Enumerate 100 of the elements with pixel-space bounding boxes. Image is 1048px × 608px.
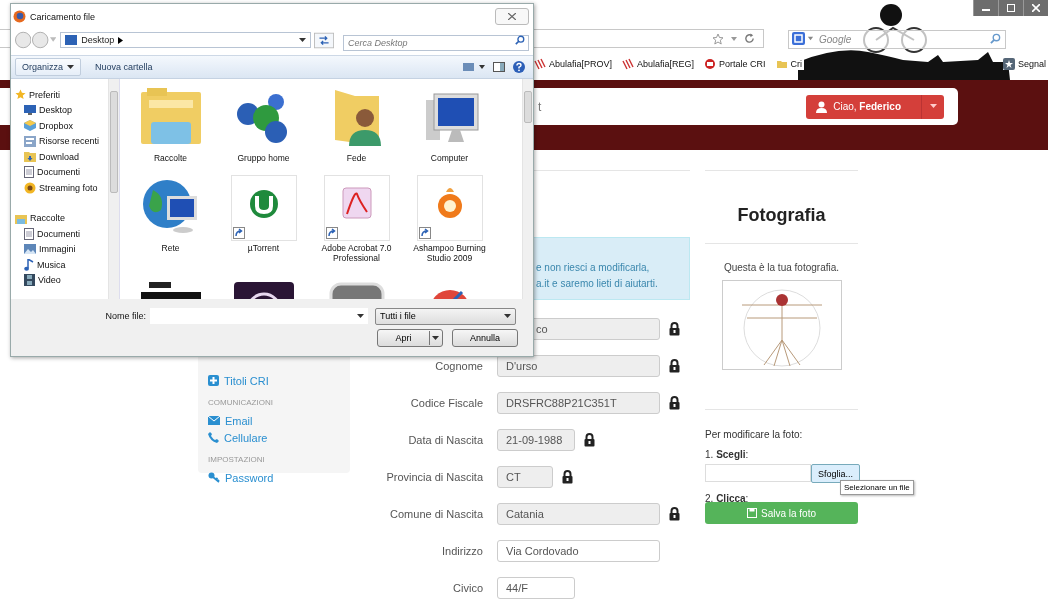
monitor-icon	[65, 35, 78, 45]
refresh-icon[interactable]	[313, 31, 334, 49]
path-bar[interactable]: Desktop	[60, 32, 311, 48]
chevron-icon	[118, 36, 124, 44]
stripes-icon	[534, 58, 546, 70]
folder-icon	[775, 58, 788, 70]
nav-item[interactable]: Streaming foto	[13, 180, 108, 196]
text-field[interactable]: CT	[497, 466, 553, 488]
user-icon	[816, 100, 828, 113]
text-field[interactable]: Catania	[497, 503, 660, 525]
bookmark-link[interactable]: Portale CRI	[704, 58, 768, 70]
search-field[interactable]: Google	[788, 30, 1006, 49]
nav-item[interactable]: Documenti	[13, 226, 108, 242]
minimize-button[interactable]	[973, 0, 998, 16]
bookmark-link[interactable]: Cri	[775, 58, 805, 70]
bookmark-link[interactable]: Segnal	[1002, 58, 1048, 70]
floppy-icon	[746, 508, 757, 518]
file-name[interactable]: Adobe Acrobat 7.0 Professional	[313, 243, 400, 263]
nav-item[interactable]: Dropbox	[13, 118, 108, 134]
file-name-label: Nome file:	[104, 311, 146, 321]
box-icon	[24, 120, 36, 132]
nav-item[interactable]: Download	[13, 149, 108, 165]
maximize-button[interactable]	[998, 0, 1023, 16]
field-label: Data di Nascita	[407, 434, 483, 446]
shortcut-arrow-icon	[232, 227, 245, 239]
close-button[interactable]	[495, 8, 529, 25]
file-name[interactable]: Gruppo home	[220, 153, 307, 163]
nav-item[interactable]: Preferiti	[13, 87, 108, 103]
file-name[interactable]: Raccolte	[127, 153, 214, 163]
reload-icon[interactable]	[744, 33, 755, 44]
help-icon[interactable]	[513, 61, 525, 73]
file-name[interactable]: Computer	[406, 153, 493, 163]
field-label: Indirizzo	[441, 545, 483, 557]
nav-item[interactable]: Risorse recenti	[13, 133, 108, 149]
step-text: 2. Clicca:	[705, 493, 749, 504]
document-icon	[24, 227, 34, 240]
text-field[interactable]: D'urso	[497, 355, 660, 377]
view-icon[interactable]	[463, 62, 485, 72]
list-icon	[24, 135, 36, 147]
browse-button[interactable]: Sfoglia...	[811, 464, 861, 483]
alert-text: e non riesci a modificarla,	[536, 261, 651, 275]
search-engine-icon[interactable]	[792, 32, 805, 45]
scrollbar[interactable]	[522, 79, 533, 299]
nav-item[interactable]: Raccolte	[13, 210, 108, 226]
dialog-title: Caricamento file	[30, 11, 96, 22]
caret-icon	[298, 37, 306, 43]
preview-pane-icon[interactable]	[493, 62, 505, 72]
file-name[interactable]: Rete	[127, 243, 214, 253]
nav-item[interactable]: Musica	[13, 257, 108, 273]
file-name[interactable]: µTorrent	[220, 243, 307, 253]
key-icon	[208, 472, 220, 483]
document-icon	[24, 166, 34, 179]
film-icon	[24, 274, 35, 287]
star-icon	[15, 89, 26, 101]
lock-icon	[669, 359, 680, 373]
lock-icon	[669, 396, 680, 410]
phone-icon	[208, 432, 219, 443]
sidebar-link[interactable]: Password	[208, 469, 340, 486]
file-name-field[interactable]	[150, 308, 368, 324]
bookmark-link[interactable]: Abulafia[PROV]	[534, 58, 615, 70]
text-field[interactable]: Via Cordovado	[497, 540, 660, 562]
nav-item[interactable]: Desktop	[13, 102, 108, 118]
nav-item[interactable]: Immagini	[13, 241, 108, 257]
sunflower-icon	[24, 181, 36, 194]
close-icon	[1032, 4, 1040, 12]
scrollbar[interactable]	[108, 79, 119, 299]
search-field[interactable]: Cerca Desktop	[343, 35, 529, 51]
nav-item[interactable]: Video	[13, 272, 108, 288]
plus-icon	[208, 375, 219, 386]
user-menu-button[interactable]: Ciao, Federico	[806, 94, 944, 119]
close-icon	[508, 13, 516, 20]
file-type-dropdown[interactable]: Tutti i file	[375, 307, 516, 325]
site-title[interactable]: t	[538, 99, 542, 114]
open-button[interactable]: Apri	[377, 329, 443, 347]
document-icon[interactable]	[323, 175, 390, 241]
cancel-button[interactable]: Annulla	[452, 329, 518, 347]
bookmark-link[interactable]: Abulafia[REG]	[622, 58, 697, 70]
field-label: Provincia di Nascita	[385, 471, 483, 483]
search-icon[interactable]	[515, 35, 525, 45]
file-name[interactable]: Ashampoo Burning Studio 2009	[406, 243, 493, 263]
field-label: Codice Fiscale	[409, 397, 483, 409]
file-field[interactable]	[705, 464, 811, 482]
text-field[interactable]: DRSFRC88P21C351T	[497, 392, 660, 414]
search-icon[interactable]	[990, 33, 1001, 44]
star-icon[interactable]	[712, 32, 724, 45]
file-name[interactable]: Fede	[313, 153, 400, 163]
text-field[interactable]: 44/F	[497, 577, 575, 599]
new-folder-button[interactable]: Nuova cartella	[89, 59, 159, 75]
lock-icon	[562, 470, 573, 484]
organize-button[interactable]: Organizza	[15, 58, 82, 76]
maximize-icon	[1007, 4, 1015, 12]
stripes-icon	[622, 58, 635, 70]
close-button[interactable]	[1023, 0, 1048, 16]
field-label: Civico	[452, 582, 483, 594]
caret-icon[interactable]	[357, 313, 364, 319]
caret-icon	[929, 104, 937, 109]
shortcut-arrow-icon	[325, 227, 338, 239]
nav-item[interactable]: Documenti	[13, 164, 108, 180]
text-field[interactable]: 21-09-1988	[497, 429, 575, 451]
music-note-icon	[24, 258, 34, 271]
